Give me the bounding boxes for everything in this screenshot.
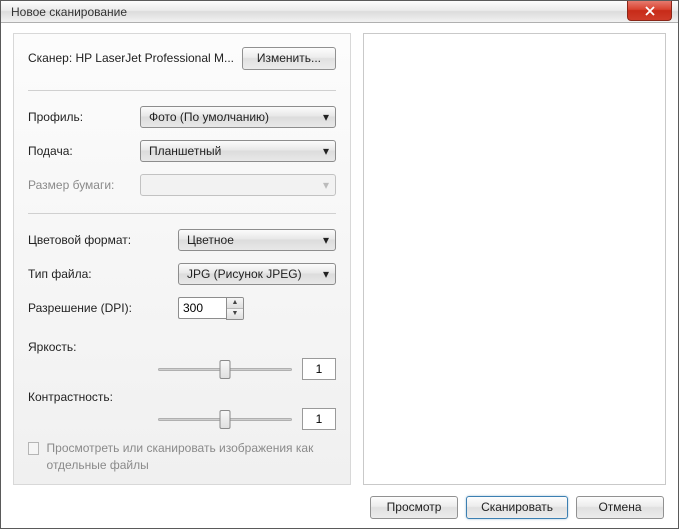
- filetype-value: JPG (Рисунок JPEG): [187, 267, 302, 281]
- scanner-row: Сканер: HP LaserJet Professional M... Из…: [28, 46, 336, 70]
- close-button[interactable]: [627, 1, 672, 21]
- contrast-label: Контрастность:: [28, 390, 113, 404]
- scanner-label: Сканер: HP LaserJet Professional M...: [28, 51, 242, 65]
- feed-select[interactable]: Планшетный ▾: [140, 140, 336, 162]
- brightness-value[interactable]: [302, 358, 336, 380]
- separator: [28, 213, 336, 214]
- preview-files-label: Просмотреть или сканировать изображения …: [47, 440, 336, 474]
- profile-select[interactable]: Фото (По умолчанию) ▾: [140, 106, 336, 128]
- filetype-select[interactable]: JPG (Рисунок JPEG) ▾: [178, 263, 336, 285]
- dpi-input[interactable]: [178, 297, 226, 319]
- separator: [28, 90, 336, 91]
- titlebar: Новое сканирование: [1, 1, 678, 23]
- dialog-body: Сканер: HP LaserJet Professional M... Из…: [1, 23, 678, 495]
- chevron-down-icon: ▾: [323, 144, 329, 158]
- preview-files-row: Просмотреть или сканировать изображения …: [28, 440, 336, 474]
- brightness-slider[interactable]: [158, 359, 292, 379]
- color-value: Цветное: [187, 233, 234, 247]
- cancel-button[interactable]: Отмена: [576, 496, 664, 519]
- feed-row: Подача: Планшетный ▾: [28, 139, 336, 163]
- feed-value: Планшетный: [149, 144, 221, 158]
- preview-area: [363, 33, 666, 485]
- paper-row: Размер бумаги: ▾: [28, 173, 336, 197]
- change-scanner-button[interactable]: Изменить...: [242, 47, 336, 70]
- color-row: Цветовой формат: Цветное ▾: [28, 228, 336, 252]
- contrast-value[interactable]: [302, 408, 336, 430]
- chevron-down-icon: ▾: [323, 267, 329, 281]
- footer: Просмотр Сканировать Отмена: [1, 495, 678, 528]
- paper-select: ▾: [140, 174, 336, 196]
- preview-files-checkbox: [28, 442, 39, 455]
- contrast-row: Контрастность:: [28, 390, 336, 430]
- paper-label: Размер бумаги:: [28, 178, 114, 192]
- color-label: Цветовой формат:: [28, 233, 131, 247]
- chevron-down-icon: ▾: [323, 110, 329, 124]
- dpi-label: Разрешение (DPI):: [28, 301, 132, 315]
- profile-row: Профиль: Фото (По умолчанию) ▾: [28, 105, 336, 129]
- scan-button[interactable]: Сканировать: [466, 496, 568, 519]
- dpi-up-button[interactable]: ▲: [227, 298, 243, 309]
- contrast-slider[interactable]: [158, 409, 292, 429]
- chevron-down-icon: ▾: [323, 233, 329, 247]
- color-select[interactable]: Цветное ▾: [178, 229, 336, 251]
- dpi-down-button[interactable]: ▼: [227, 309, 243, 319]
- scan-dialog: Новое сканирование Сканер: HP LaserJet P…: [0, 0, 679, 529]
- filetype-label: Тип файла:: [28, 267, 92, 281]
- preview-button[interactable]: Просмотр: [370, 496, 458, 519]
- dpi-row: Разрешение (DPI): ▲ ▼: [28, 296, 336, 320]
- window-title: Новое сканирование: [11, 5, 127, 19]
- brightness-label: Яркость:: [28, 340, 76, 354]
- feed-label: Подача:: [28, 144, 73, 158]
- profile-label: Профиль:: [28, 110, 83, 124]
- dpi-spinner[interactable]: ▲ ▼: [178, 297, 244, 320]
- profile-value: Фото (По умолчанию): [149, 110, 269, 124]
- slider-thumb[interactable]: [220, 360, 231, 379]
- brightness-row: Яркость:: [28, 340, 336, 380]
- chevron-down-icon: ▾: [323, 178, 329, 192]
- settings-panel: Сканер: HP LaserJet Professional M... Из…: [13, 33, 351, 485]
- close-icon: [645, 6, 655, 16]
- filetype-row: Тип файла: JPG (Рисунок JPEG) ▾: [28, 262, 336, 286]
- slider-thumb[interactable]: [220, 410, 231, 429]
